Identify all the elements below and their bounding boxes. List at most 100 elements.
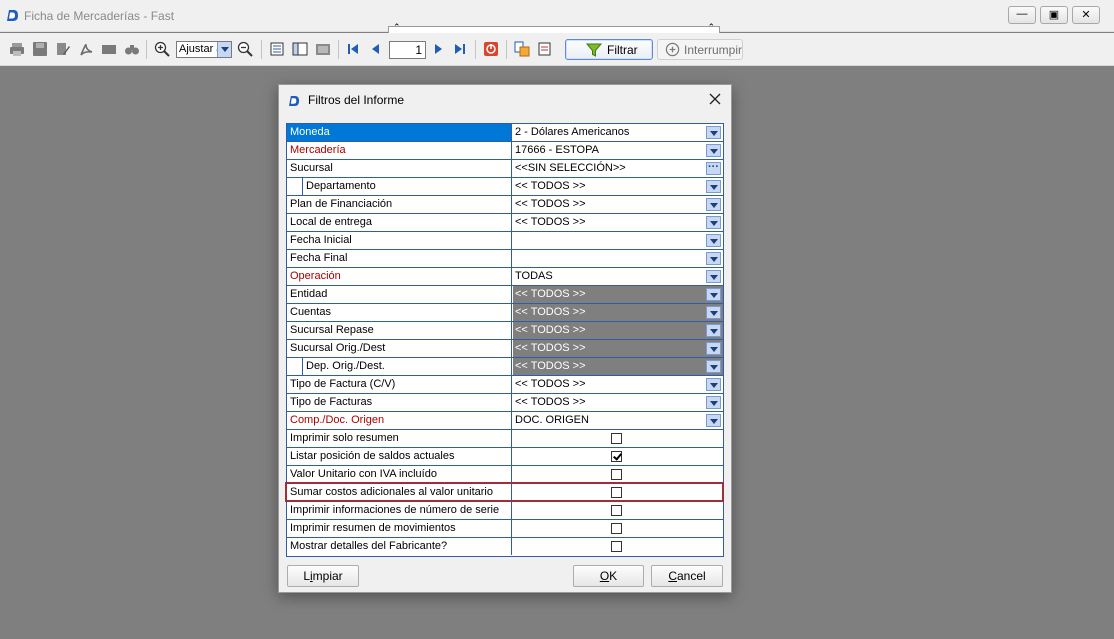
filter-row[interactable]: Tipo de Facturas << TODOS >> (287, 394, 723, 412)
outline-icon[interactable] (292, 41, 308, 57)
filter-row[interactable]: Imprimir solo resumen (287, 430, 723, 448)
filter-row[interactable]: Dep. Orig./Dest. << TODOS >> (287, 358, 723, 376)
filter-value[interactable]: << TODOS >> (513, 214, 723, 231)
chevron-down-icon[interactable] (217, 42, 231, 57)
clear-label-rest: mpiar (312, 569, 343, 583)
chevron-down-icon[interactable] (706, 144, 721, 157)
filter-row[interactable]: Sucursal Repase << TODOS >> (287, 322, 723, 340)
chevron-down-icon[interactable] (706, 234, 721, 247)
filter-value[interactable]: TODAS (513, 268, 723, 285)
chevron-down-icon[interactable] (706, 252, 721, 265)
filter-row[interactable]: Listar posición de saldos actuales (287, 448, 723, 466)
filter-value-text: << TODOS >> (515, 342, 586, 354)
filter-checkbox[interactable] (611, 469, 622, 480)
pdf-icon[interactable] (78, 41, 94, 57)
maximize-button[interactable]: ▣ (1040, 6, 1068, 24)
filter-row[interactable]: Sucursal <<SIN SELECCIÓN>> (287, 159, 723, 178)
stop-icon[interactable] (483, 41, 499, 57)
filter-value[interactable] (513, 232, 723, 249)
thumbnails-icon[interactable] (315, 41, 331, 57)
filter-value[interactable]: 2 - Dólares Americanos (513, 124, 723, 141)
clear-button[interactable]: Limpiar (287, 565, 359, 587)
filter-checkbox-cell[interactable] (513, 430, 723, 447)
filter-value[interactable] (513, 250, 723, 267)
filter-value-text: << TODOS >> (515, 306, 586, 318)
filter-row[interactable]: Sumar costos adicionales al valor unitar… (287, 484, 723, 502)
chevron-down-icon[interactable] (706, 198, 721, 211)
filter-checkbox[interactable] (611, 487, 622, 498)
next-page-icon[interactable] (430, 41, 446, 57)
find-icon[interactable] (124, 41, 140, 57)
filter-row[interactable]: Sucursal Orig./Dest << TODOS >> (287, 340, 723, 358)
filter-checkbox-cell[interactable] (513, 466, 723, 483)
filter-row[interactable]: Imprimir informaciones de número de seri… (287, 502, 723, 520)
interrupt-button[interactable]: Interrumpir (657, 39, 743, 60)
filter-row[interactable]: Local de entrega << TODOS >> (287, 214, 723, 232)
filter-checkbox[interactable] (611, 523, 622, 534)
filter-value[interactable]: 17666 - ESTOPA (513, 142, 723, 159)
save-icon[interactable] (32, 41, 48, 57)
chevron-down-icon[interactable] (706, 396, 721, 409)
prev-page-icon[interactable] (368, 41, 384, 57)
export-icon[interactable] (514, 41, 530, 57)
filter-row[interactable]: Entidad << TODOS >> (287, 286, 723, 304)
chevron-down-icon (706, 288, 721, 301)
filter-checkbox[interactable] (611, 451, 622, 462)
edit-icon[interactable] (55, 41, 71, 57)
chevron-down-icon[interactable] (706, 216, 721, 229)
zoom-out-icon[interactable] (237, 41, 253, 57)
zoom-in-icon[interactable] (154, 41, 170, 57)
filter-row[interactable]: Valor Unitario con IVA incluído (287, 466, 723, 484)
filter-checkbox[interactable] (611, 541, 622, 552)
filter-row[interactable]: Moneda 2 - Dólares Americanos (287, 124, 723, 142)
filter-checkbox-cell[interactable] (513, 520, 723, 537)
filter-label: Imprimir resumen de movimientos (287, 520, 512, 537)
print-icon[interactable] (9, 41, 25, 57)
filter-checkbox-cell[interactable] (513, 448, 723, 465)
filter-checkbox[interactable] (611, 433, 622, 444)
chevron-down-icon[interactable] (706, 180, 721, 193)
collapse-right-icon: ⌃ (707, 22, 715, 32)
design-icon[interactable] (537, 41, 553, 57)
chevron-down-icon[interactable] (706, 414, 721, 427)
chevron-down-icon[interactable] (706, 378, 721, 391)
filter-value[interactable]: <<SIN SELECCIÓN>> (513, 159, 723, 177)
filter-row[interactable]: Imprimir resumen de movimientos (287, 520, 723, 538)
zoom-select[interactable]: Ajustar a (176, 41, 232, 58)
filter-row[interactable]: Operación TODAS (287, 268, 723, 286)
last-page-icon[interactable] (452, 41, 468, 57)
filter-row[interactable]: Fecha Inicial (287, 232, 723, 250)
filter-row[interactable]: Plan de Financiación << TODOS >> (287, 196, 723, 214)
filter-checkbox-cell[interactable] (513, 538, 723, 555)
filter-row[interactable]: Mostrar detalles del Fabricante? (287, 538, 723, 556)
email-icon[interactable] (101, 41, 117, 57)
filter-row[interactable]: Mercadería 17666 - ESTOPA (287, 142, 723, 160)
filter-row[interactable]: Departamento << TODOS >> (287, 178, 723, 196)
chevron-down-icon[interactable] (706, 270, 721, 283)
filter-label: Plan de Financiación (287, 196, 512, 213)
page-number-input[interactable]: 1 (389, 41, 426, 59)
filter-label: Mercadería (287, 142, 512, 159)
filter-checkbox[interactable] (611, 505, 622, 516)
filter-value[interactable]: DOC. ORIGEN (513, 412, 723, 429)
filter-value[interactable]: << TODOS >> (513, 394, 723, 411)
first-page-icon[interactable] (345, 41, 361, 57)
filter-value[interactable]: << TODOS >> (513, 376, 723, 393)
filter-row[interactable]: Tipo de Factura (C/V) << TODOS >> (287, 376, 723, 394)
filter-value[interactable]: << TODOS >> (513, 196, 723, 213)
filter-row[interactable]: Fecha Final (287, 250, 723, 268)
minimize-button[interactable]: — (1008, 6, 1036, 24)
close-icon[interactable] (708, 92, 722, 106)
cancel-button[interactable]: Cancel (651, 565, 723, 587)
close-button[interactable]: ✕ (1072, 6, 1100, 24)
ok-button[interactable]: OK (573, 565, 644, 587)
ellipsis-icon[interactable] (706, 159, 721, 176)
filter-value[interactable]: << TODOS >> (513, 178, 723, 195)
filter-checkbox-cell[interactable] (513, 484, 723, 501)
filter-checkbox-cell[interactable] (513, 502, 723, 519)
chevron-down-icon[interactable] (706, 126, 721, 139)
page-setup-icon[interactable] (269, 41, 285, 57)
filter-button[interactable]: Filtrar (565, 39, 653, 60)
filter-row[interactable]: Comp./Doc. Origen DOC. ORIGEN (287, 412, 723, 430)
filter-row[interactable]: Cuentas << TODOS >> (287, 304, 723, 322)
